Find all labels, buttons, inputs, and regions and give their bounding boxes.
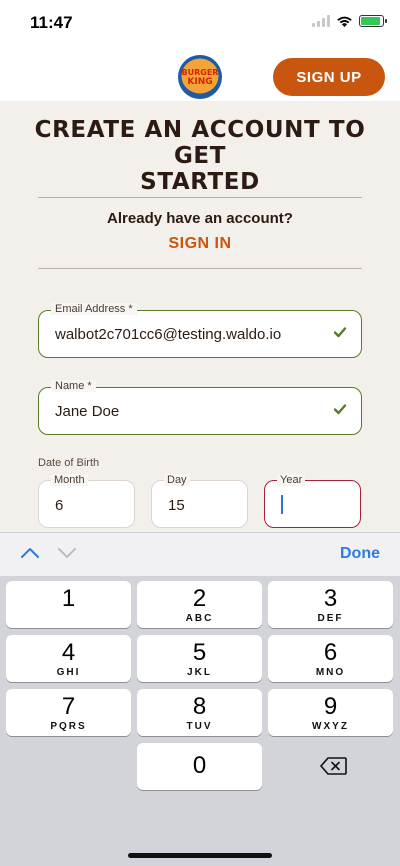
email-value: walbot2c701cc6@testing.waldo.io [55,326,282,343]
text-cursor [281,495,283,514]
email-label: Email Address * [51,303,137,315]
svg-text:BURGER: BURGER [182,68,219,77]
key-2[interactable]: 2 ABC [137,581,262,628]
email-field[interactable]: Email Address * walbot2c701cc6@testing.w… [38,303,362,358]
app-header: BURGER KING SIGN UP [0,48,400,101]
page-title: CREATE AN ACCOUNT TO GET STARTED [34,117,366,195]
status-icons [312,15,387,27]
home-indicator [128,853,272,858]
month-label: Month [51,474,88,486]
svg-text:KING: KING [187,77,212,87]
battery-icon [359,15,387,27]
signal-icon [312,15,330,27]
day-field[interactable]: Day 15 [151,474,248,528]
numeric-keypad: 1 2 ABC 3 DEF 4 GHI 5 JKL 6 MNO 7 PQRS 8… [0,576,400,866]
year-label: Year [277,474,306,486]
key-3[interactable]: 3 DEF [268,581,393,628]
name-value: Jane Doe [55,403,120,420]
key-5[interactable]: 5 JKL [137,635,262,682]
divider [38,268,362,269]
day-label: Day [164,474,190,486]
done-button[interactable]: Done [340,545,380,563]
date-of-birth-label: Date of Birth [38,457,100,469]
year-field[interactable]: Year [264,474,361,528]
key-4[interactable]: 4 GHI [6,635,131,682]
backspace-icon[interactable] [320,756,348,776]
month-value: 6 [55,497,64,514]
key-6[interactable]: 6 MNO [268,635,393,682]
day-value: 15 [168,497,185,514]
sign-up-button[interactable]: SIGN UP [273,58,385,96]
key-1[interactable]: 1 [6,581,131,628]
status-bar: 11:47 [0,0,400,48]
key-7[interactable]: 7 PQRS [6,689,131,736]
create-account-form: CREATE AN ACCOUNT TO GET STARTED Already… [0,101,400,532]
name-field[interactable]: Name * Jane Doe [38,380,362,435]
chevron-up-icon[interactable] [20,546,40,560]
key-8[interactable]: 8 TUV [137,689,262,736]
already-have-account-text: Already have an account? [107,210,293,227]
key-9[interactable]: 9 WXYZ [268,689,393,736]
month-field[interactable]: Month 6 [38,474,135,528]
status-time: 11:47 [30,13,73,32]
burger-king-logo: BURGER KING [178,55,222,99]
divider [38,197,362,198]
name-label: Name * [51,380,96,392]
key-0[interactable]: 0 [137,743,262,790]
sign-in-link[interactable]: SIGN IN [0,235,400,253]
check-icon [333,327,347,338]
wifi-icon [337,16,352,27]
keyboard-toolbar: Done [0,532,400,576]
check-icon [333,404,347,415]
chevron-down-icon[interactable] [57,546,77,560]
